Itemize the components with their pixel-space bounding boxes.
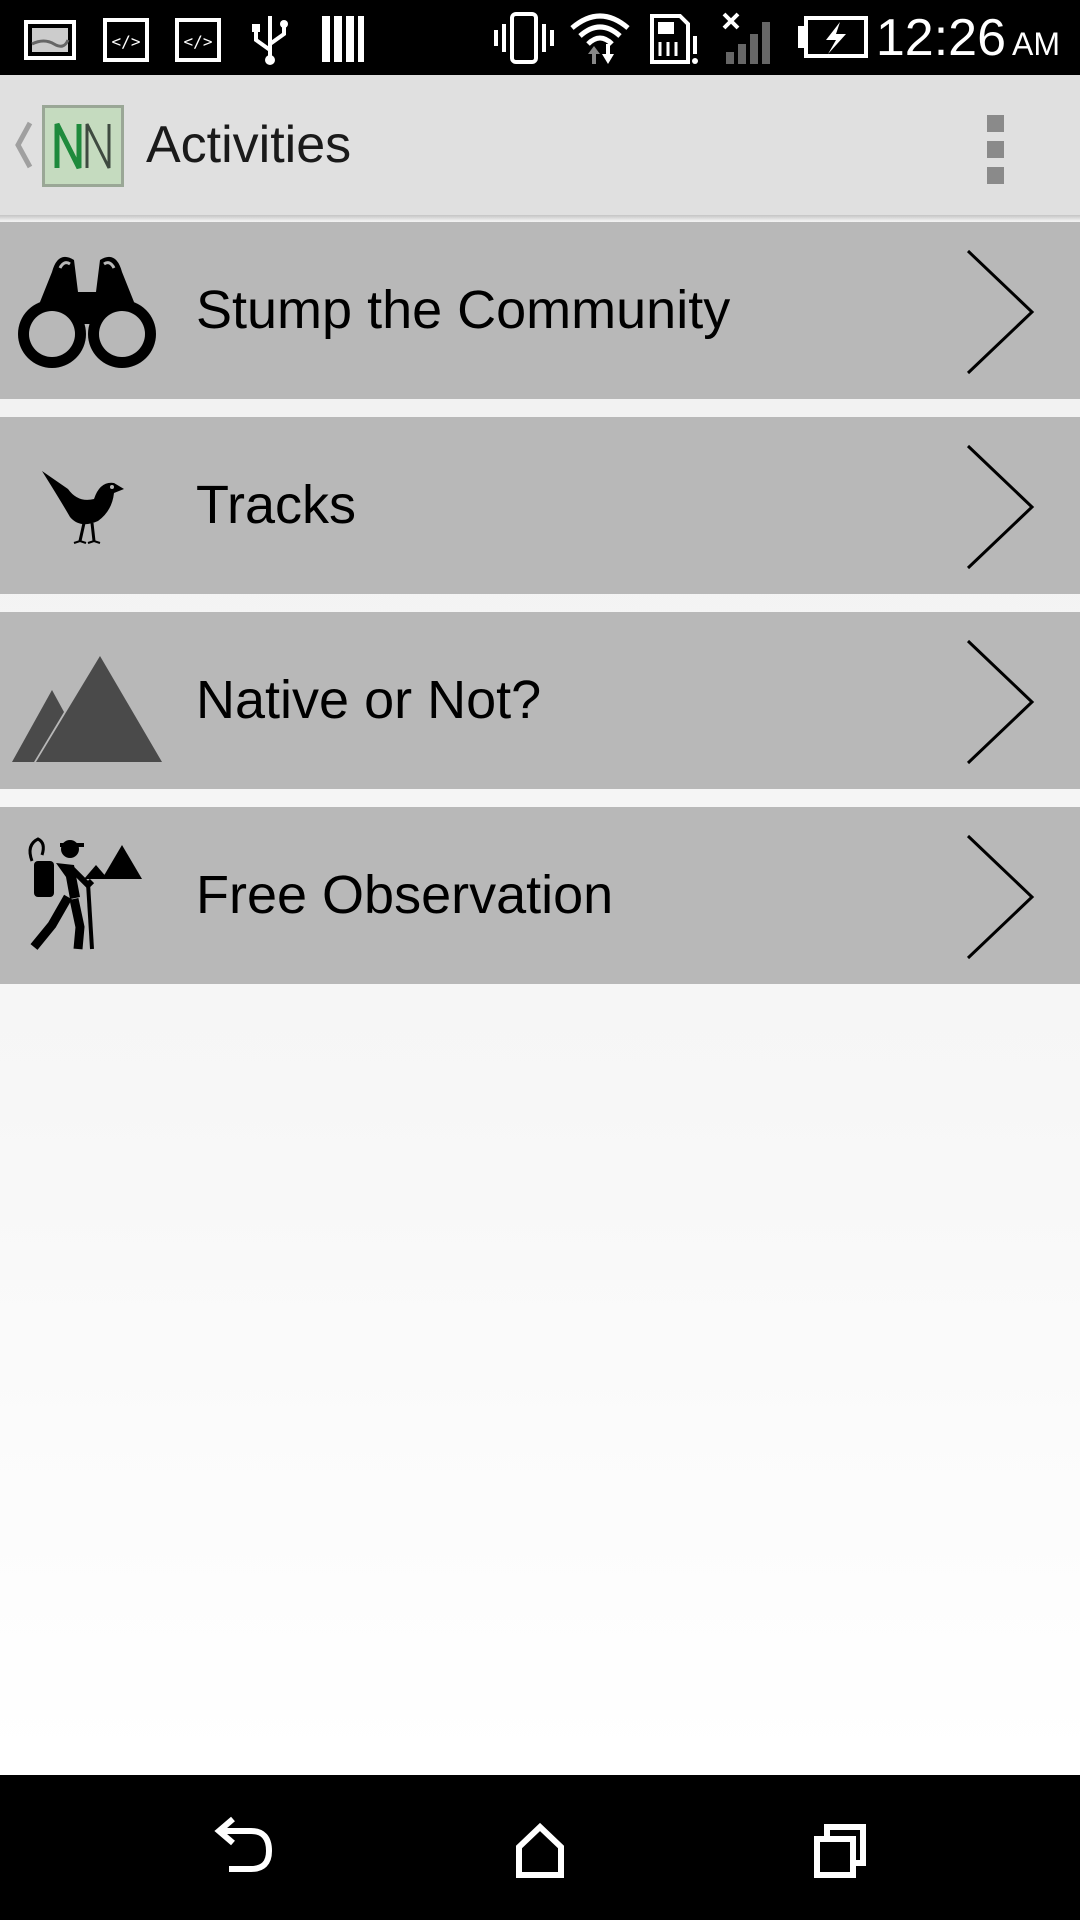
app-logo[interactable] [42, 105, 124, 187]
activity-label: Free Observation [196, 865, 614, 925]
status-bar: </> </> 12:26 AM [0, 0, 1080, 75]
list-item-free-observation[interactable]: Free Observation [0, 807, 1080, 984]
mountains-icon [12, 656, 162, 762]
back-icon[interactable] [195, 1805, 285, 1895]
home-icon[interactable] [495, 1805, 585, 1895]
action-bar-shadow [0, 215, 1080, 221]
chevron-right-icon [966, 834, 1035, 960]
svg-text:</>: </> [184, 32, 213, 51]
binoculars-icon [18, 256, 156, 368]
chevron-right-icon [966, 639, 1035, 765]
no-signal-icon [722, 12, 770, 64]
code-notification-icon: </> [175, 18, 221, 62]
list-item-native-or-not[interactable]: Native or Not? [0, 612, 1080, 789]
status-clock: 12:26 AM [876, 6, 1060, 70]
clock-ampm: AM [1012, 26, 1060, 62]
overflow-menu-icon[interactable] [975, 115, 1035, 215]
chevron-left-icon[interactable] [10, 115, 36, 175]
vibrate-icon [494, 12, 554, 64]
hiker-icon [28, 837, 142, 950]
sd-card-alert-icon [650, 14, 698, 64]
wifi-icon [570, 13, 630, 64]
clock-time: 12:26 [875, 9, 1006, 67]
svg-text:</>: </> [112, 32, 141, 51]
navigation-bar [0, 1775, 1080, 1920]
battery-charging-icon [798, 16, 868, 58]
nn-logo-icon [54, 122, 111, 170]
page-title: Activities [146, 116, 352, 174]
chevron-right-icon [966, 444, 1035, 570]
chevron-right-icon [966, 249, 1035, 375]
activity-label: Native or Not? [196, 670, 542, 730]
action-bar: Activities [0, 75, 1080, 221]
image-notification-icon [24, 20, 76, 60]
usb-icon [252, 16, 288, 65]
bird-icon [42, 471, 124, 544]
recent-apps-icon[interactable] [795, 1805, 885, 1895]
code-notification-icon: </> [103, 18, 149, 62]
list-item-tracks[interactable]: Tracks [0, 417, 1080, 594]
activity-label: Tracks [196, 475, 356, 535]
list-item-stump-the-community[interactable]: Stump the Community [0, 222, 1080, 399]
stack-icon [322, 16, 364, 62]
activity-label: Stump the Community [196, 280, 731, 340]
